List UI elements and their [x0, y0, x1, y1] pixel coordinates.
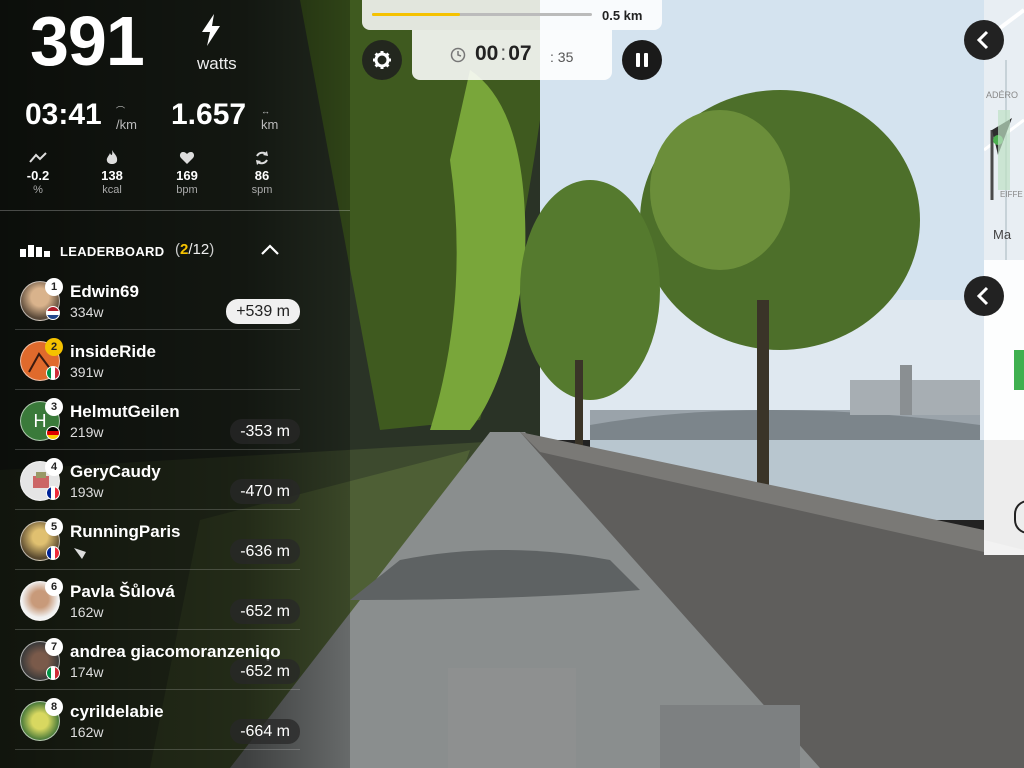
- pace-value: 03:41: [25, 98, 102, 131]
- map-collapse-button[interactable]: [964, 20, 1004, 60]
- runner-icon: ⌒: [116, 106, 126, 116]
- clock-icon: [450, 47, 466, 63]
- flag-de-icon: [46, 426, 60, 440]
- elapsed-seconds: : 35: [550, 49, 574, 65]
- podium-icon: [20, 245, 50, 257]
- gap-badge: +539 m: [226, 299, 300, 324]
- shoe-icon: [74, 548, 86, 559]
- position-badge: 5: [45, 518, 63, 536]
- gap-badge: -636 m: [230, 539, 300, 564]
- heart-icon: [179, 152, 195, 164]
- position-badge: 4: [45, 458, 63, 476]
- progress-fill: [372, 13, 460, 16]
- position-badge: 3: [45, 398, 63, 416]
- rider-watts: 162w: [70, 604, 104, 620]
- flag-nl-icon: [46, 306, 60, 320]
- map-attribution: Ma: [993, 227, 1012, 242]
- flame-icon: [106, 150, 118, 164]
- rider-name: HelmutGeilen: [70, 402, 180, 421]
- rider-watts: 334w: [70, 304, 104, 320]
- rider-watts: 174w: [70, 664, 104, 680]
- rider-watts: 193w: [70, 484, 104, 500]
- gap-badge: -652 m: [230, 599, 300, 624]
- stats-panel: 391 watts 03:41 ⌒ /km 1.657 ↔ km -0.2 % …: [0, 0, 350, 768]
- rider-watts: 162w: [70, 724, 104, 740]
- leaderboard-row[interactable]: 4 GeryCaudy 193w -470 m: [15, 450, 300, 510]
- gap-badge: -664 m: [230, 719, 300, 744]
- leaderboard-row-self[interactable]: 2 insideRide 391w: [15, 330, 300, 390]
- gap-badge: -470 m: [230, 479, 300, 504]
- chevron-left-icon: [976, 30, 989, 50]
- chevron-up-icon[interactable]: [260, 242, 280, 258]
- calories-metric: 138 kcal: [82, 150, 142, 196]
- gear-icon: [373, 51, 391, 69]
- gap-badge: -652 m: [230, 659, 300, 684]
- distance-unit: ↔ km: [261, 106, 279, 132]
- flag-fr-icon: [46, 486, 60, 500]
- leaderboard-row[interactable]: 8 cyrildelabie 162w -664 m: [15, 690, 300, 750]
- power-unit: watts: [197, 54, 237, 73]
- leaderboard-row[interactable]: 7 andrea giacomoranzeniqo 174w -652 m: [15, 630, 300, 690]
- pause-icon: [636, 53, 648, 67]
- leaderboard-rank: (2/12): [175, 241, 215, 258]
- grade-icon: [29, 152, 47, 163]
- power-value: 391: [30, 2, 145, 80]
- divider: [0, 210, 350, 211]
- leaderboard-row[interactable]: 6 Pavla Šůlová 162w -652 m: [15, 570, 300, 630]
- rider-watts: 391w: [70, 364, 104, 380]
- heart-rate-metric: 169 bpm: [157, 150, 217, 196]
- rider-watts: 219w: [70, 424, 104, 440]
- panel-collapse-button[interactable]: [964, 276, 1004, 316]
- leaderboard-row[interactable]: 1 Edwin69 334w +539 m: [15, 270, 300, 330]
- progress-label: 0.5 km: [602, 8, 643, 23]
- rider-name: Edwin69: [70, 282, 139, 301]
- rider-name: insideRide: [70, 342, 156, 361]
- grade-metric: -0.2 %: [8, 150, 68, 196]
- timer-panel: 00:07 : 35: [412, 30, 612, 80]
- gap-badge: -353 m: [230, 419, 300, 444]
- chevron-left-icon: [976, 286, 989, 306]
- leaderboard-list: 1 Edwin69 334w +539 m 2 insideRide 391w …: [15, 270, 300, 750]
- progress-track: [372, 13, 592, 16]
- leaderboard-row[interactable]: H 3 HelmutGeilen 219w -353 m: [15, 390, 300, 450]
- leaderboard-row[interactable]: 5 RunningParis -636 m: [15, 510, 300, 570]
- rider-name: RunningParis: [70, 522, 181, 541]
- flag-it-icon: [46, 366, 60, 380]
- lightning-icon: [202, 14, 220, 46]
- distance-value: 1.657: [171, 98, 247, 131]
- position-badge: 7: [45, 638, 63, 656]
- position-badge: 8: [45, 698, 63, 716]
- map-label: ADÉRO: [986, 90, 1019, 100]
- pause-button[interactable]: [622, 40, 662, 80]
- flag-it-icon: [46, 666, 60, 680]
- position-badge: 6: [45, 578, 63, 596]
- route-progress: 0.5 km: [362, 0, 662, 30]
- leaderboard-header[interactable]: LEADERBOARD (2/12): [20, 240, 290, 262]
- pace-unit: ⌒ /km: [116, 106, 137, 132]
- rider-name: cyrildelabie: [70, 702, 164, 721]
- position-badge: 1: [45, 278, 63, 296]
- rider-name: GeryCaudy: [70, 462, 161, 481]
- cadence-metric: 86 spm: [232, 150, 292, 196]
- leaderboard-title: LEADERBOARD: [60, 244, 165, 259]
- map-label: EIFFE: [1000, 190, 1023, 199]
- elapsed-time: 00:07: [475, 42, 532, 65]
- rider-name: Pavla Šůlová: [70, 582, 175, 601]
- position-badge: 2: [45, 338, 63, 356]
- flag-fr-icon: [46, 546, 60, 560]
- settings-button[interactable]: [362, 40, 402, 80]
- distance-icon: ↔: [261, 106, 270, 116]
- cadence-icon: [256, 151, 268, 165]
